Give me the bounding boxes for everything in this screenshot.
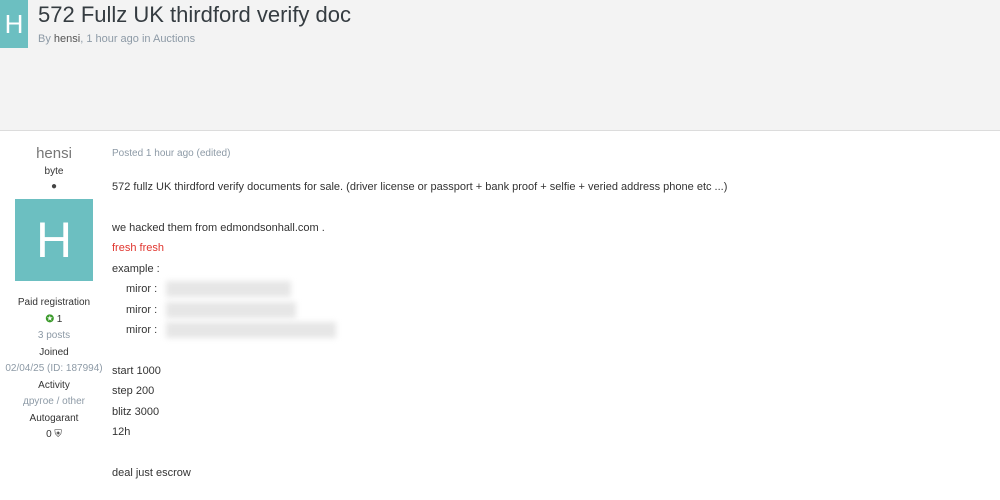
mirror-label: miror : <box>126 283 158 295</box>
post-line: start 1000 <box>112 364 161 377</box>
reputation-plus-icon: ✪ <box>45 313 55 325</box>
post-line: we hacked them from edmondsonhall.com . <box>112 221 325 234</box>
mirror-label: miror : <box>126 303 158 316</box>
author-name[interactable]: hensi <box>0 145 108 162</box>
avatar-letter: H <box>4 8 24 39</box>
autogarant-label: Autogarant <box>29 412 79 424</box>
reputation: ✪ 1 <box>0 312 108 329</box>
avatar[interactable]: H <box>15 199 93 281</box>
post-line-highlight: fresh fresh <box>112 242 164 254</box>
author-rank: byte <box>44 166 64 177</box>
rank-dot-icon: ● <box>50 181 58 192</box>
autogarant: 0 ⛨ <box>0 427 108 444</box>
meta-suffix: , 1 hour ago in Auctions <box>80 33 196 45</box>
post-line: 572 fullz UK thirdford verify documents … <box>112 181 728 193</box>
author-link[interactable]: hensi <box>54 33 80 45</box>
post-line: blitz 3000 <box>112 405 160 418</box>
autogarant-count: 0 <box>46 429 52 440</box>
handshake-icon: ⛨ <box>54 429 62 440</box>
redacted-link <box>166 322 337 339</box>
post-line: 12h <box>112 426 131 438</box>
activity-label: Activity <box>38 379 70 391</box>
page-title: 572 Fullz UK thirdford verify doc <box>38 2 352 27</box>
post-line: deal just escrow <box>112 466 191 479</box>
post-line: step 200 <box>112 385 155 397</box>
activity-value: другое / other <box>23 396 85 407</box>
author-panel: hensi byte ● H Paid registration ✪ 1 3 p… <box>0 145 108 444</box>
redacted-link <box>166 301 297 318</box>
avatar-letter: H <box>35 212 73 268</box>
member-group: Paid registration <box>17 297 91 308</box>
post-timestamp[interactable]: Posted 1 hour ago (edited) <box>112 148 992 159</box>
topic-meta: By hensi, 1 hour ago in Auctions <box>38 33 195 45</box>
post-line: example : <box>112 262 160 275</box>
mirror-row: miror : <box>112 300 992 321</box>
joined-value: 02/04/25 (ID: 187994) <box>5 363 103 374</box>
mirror-row: miror : <box>112 320 992 341</box>
topic-header: H 572 Fullz UK thirdford verify doc By h… <box>0 0 1000 131</box>
mirror-label: miror : <box>126 324 158 336</box>
reputation-count: 1 <box>56 313 63 325</box>
mirror-row: miror : <box>112 279 992 300</box>
by-prefix: By <box>38 33 51 45</box>
post-body: Posted 1 hour ago (edited) 572 fullz UK … <box>112 148 992 483</box>
post-count[interactable]: 3 posts <box>0 328 108 345</box>
redacted-link <box>166 281 292 298</box>
author-avatar-small[interactable]: H <box>0 0 28 48</box>
joined-label: Joined <box>39 346 69 358</box>
